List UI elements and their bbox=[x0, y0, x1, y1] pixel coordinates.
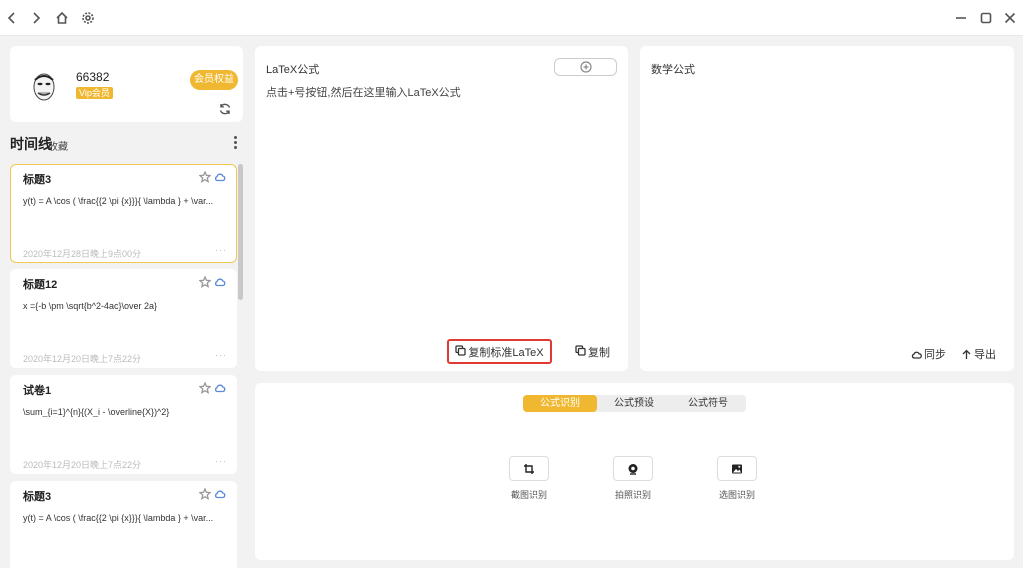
latex-panel: LaTeX公式 复制标准LaTeX 复制 bbox=[255, 46, 628, 371]
minimize-icon bbox=[956, 17, 966, 19]
close-icon bbox=[1004, 12, 1016, 24]
title-bar bbox=[0, 0, 1023, 36]
cloud-icon bbox=[215, 278, 226, 287]
user-card: 66382 Vip会员 会员权益 bbox=[10, 46, 243, 122]
chevron-left-icon bbox=[7, 12, 15, 24]
vip-badge: Vip会员 bbox=[76, 87, 113, 99]
avatar[interactable] bbox=[24, 66, 64, 106]
star-icon bbox=[198, 381, 212, 394]
favorite-button[interactable] bbox=[198, 275, 212, 288]
plus-circle-icon bbox=[579, 61, 592, 73]
favorite-button[interactable] bbox=[198, 487, 212, 500]
copy-standard-latex-label: 复制标准LaTeX bbox=[468, 346, 544, 359]
avatar-image bbox=[33, 73, 55, 101]
sync-button[interactable]: 同步 bbox=[911, 346, 946, 362]
cloud-sync-button[interactable] bbox=[214, 382, 226, 394]
cloud-sync-button[interactable] bbox=[214, 488, 226, 500]
copy-standard-latex-button[interactable]: 复制标准LaTeX bbox=[447, 339, 552, 364]
copy-button[interactable]: 复制 bbox=[575, 344, 610, 360]
gear-icon bbox=[82, 12, 94, 24]
close-button[interactable] bbox=[1000, 8, 1020, 28]
favorite-button[interactable] bbox=[198, 381, 212, 394]
arrow-up-icon bbox=[962, 349, 971, 359]
card-formula: x ={-b \pm \sqrt{b^2-4ac}\over 2a} bbox=[23, 301, 158, 311]
camera-icon bbox=[628, 463, 638, 475]
timeline-card[interactable]: 标题12 x ={-b \pm \sqrt{b^2-4ac}\over 2a} … bbox=[10, 269, 237, 368]
member-benefits-button[interactable]: 会员权益 bbox=[190, 70, 238, 90]
card-formula: y(t) = A \cos ( \frac{{2 \pi {x}}}{ \lam… bbox=[23, 513, 214, 523]
refresh-icon bbox=[219, 103, 231, 115]
bottom-tabs: 公式识别 公式预设 公式符号 bbox=[523, 395, 746, 412]
favorite-button[interactable] bbox=[198, 170, 212, 183]
settings-button[interactable] bbox=[78, 8, 98, 28]
timeline-card[interactable]: 标题3 y(t) = A \cos ( \frac{{2 \pi {x}}}{ … bbox=[10, 164, 237, 263]
crop-icon bbox=[524, 463, 534, 474]
math-formula-panel: 数学公式 同步 导出 bbox=[640, 46, 1014, 371]
star-icon bbox=[198, 170, 212, 183]
timeline-more-button[interactable] bbox=[230, 135, 240, 151]
tool-label: 选图识别 bbox=[718, 490, 755, 500]
cloud-sync-button[interactable] bbox=[214, 171, 226, 183]
cloud-icon bbox=[215, 173, 226, 182]
add-formula-button[interactable] bbox=[554, 58, 617, 76]
refresh-button[interactable] bbox=[218, 102, 232, 116]
card-more-button[interactable]: ··· bbox=[215, 350, 227, 360]
card-title: 试卷1 bbox=[23, 385, 52, 397]
tab-formula-symbols[interactable]: 公式符号 bbox=[671, 395, 745, 412]
card-title: 标题3 bbox=[23, 174, 52, 186]
timeline-list: 标题3 y(t) = A \cos ( \frac{{2 \pi {x}}}{ … bbox=[10, 164, 237, 568]
maximize-button[interactable] bbox=[976, 8, 996, 28]
cloud-icon bbox=[215, 490, 226, 499]
maximize-icon bbox=[980, 12, 992, 24]
export-label: 导出 bbox=[974, 349, 996, 361]
export-button[interactable]: 导出 bbox=[961, 346, 996, 362]
image-icon bbox=[732, 464, 742, 473]
card-title: 标题3 bbox=[23, 491, 52, 503]
favorites-tab[interactable]: 收藏 bbox=[48, 138, 68, 153]
star-icon bbox=[198, 275, 212, 288]
star-icon bbox=[198, 487, 212, 500]
minimize-button[interactable] bbox=[951, 8, 971, 28]
cloud-icon bbox=[215, 384, 226, 393]
chevron-right-icon bbox=[33, 12, 41, 24]
tab-formula-recognition[interactable]: 公式识别 bbox=[523, 395, 597, 412]
tool-label: 拍照识别 bbox=[614, 490, 651, 500]
more-vertical-icon bbox=[230, 136, 240, 149]
home-button[interactable] bbox=[52, 8, 72, 28]
timeline-title: 时间线 bbox=[10, 136, 52, 152]
image-recognition-button[interactable]: 选图识别 bbox=[707, 456, 767, 506]
copy-label: 复制 bbox=[588, 347, 610, 359]
latex-input[interactable] bbox=[266, 84, 616, 334]
screenshot-recognition-button[interactable]: 截图识别 bbox=[499, 456, 559, 506]
cloud-icon bbox=[911, 351, 922, 359]
photo-recognition-button[interactable]: 拍照识别 bbox=[603, 456, 663, 506]
cloud-sync-button[interactable] bbox=[214, 276, 226, 288]
card-formula: y(t) = A \cos ( \frac{{2 \pi {x}}}{ \lam… bbox=[23, 196, 214, 206]
card-more-button[interactable]: ··· bbox=[215, 245, 227, 255]
home-icon bbox=[56, 11, 68, 24]
sync-label: 同步 bbox=[924, 349, 946, 361]
latex-panel-title: LaTeX公式 bbox=[266, 64, 320, 76]
card-date: 2020年12月20日晚上7点22分 bbox=[23, 460, 142, 470]
timeline-card[interactable]: 标题3 y(t) = A \cos ( \frac{{2 \pi {x}}}{ … bbox=[10, 481, 237, 568]
timeline-card[interactable]: 试卷1 \sum_{i=1}^{n}{(X_i - \overline{X})^… bbox=[10, 375, 237, 474]
card-title: 标题12 bbox=[23, 279, 58, 291]
timeline-scrollbar[interactable] bbox=[238, 164, 243, 300]
forward-button[interactable] bbox=[26, 8, 46, 28]
card-formula: \sum_{i=1}^{n}{(X_i - \overline{X})^2} bbox=[23, 407, 170, 417]
back-button[interactable] bbox=[2, 8, 22, 28]
math-panel-title: 数学公式 bbox=[651, 64, 695, 76]
tab-formula-presets[interactable]: 公式预设 bbox=[597, 395, 671, 412]
copy-icon bbox=[575, 345, 586, 359]
card-date: 2020年12月28日晚上9点00分 bbox=[23, 249, 142, 259]
username: 66382 bbox=[76, 70, 110, 84]
copy-icon bbox=[455, 344, 467, 359]
card-more-button[interactable]: ··· bbox=[215, 456, 227, 466]
tool-label: 截图识别 bbox=[510, 490, 547, 500]
card-date: 2020年12月20日晚上7点22分 bbox=[23, 354, 142, 364]
recognition-panel: 公式识别 公式预设 公式符号 截图识别 拍照识别 选图识别 bbox=[255, 383, 1014, 560]
